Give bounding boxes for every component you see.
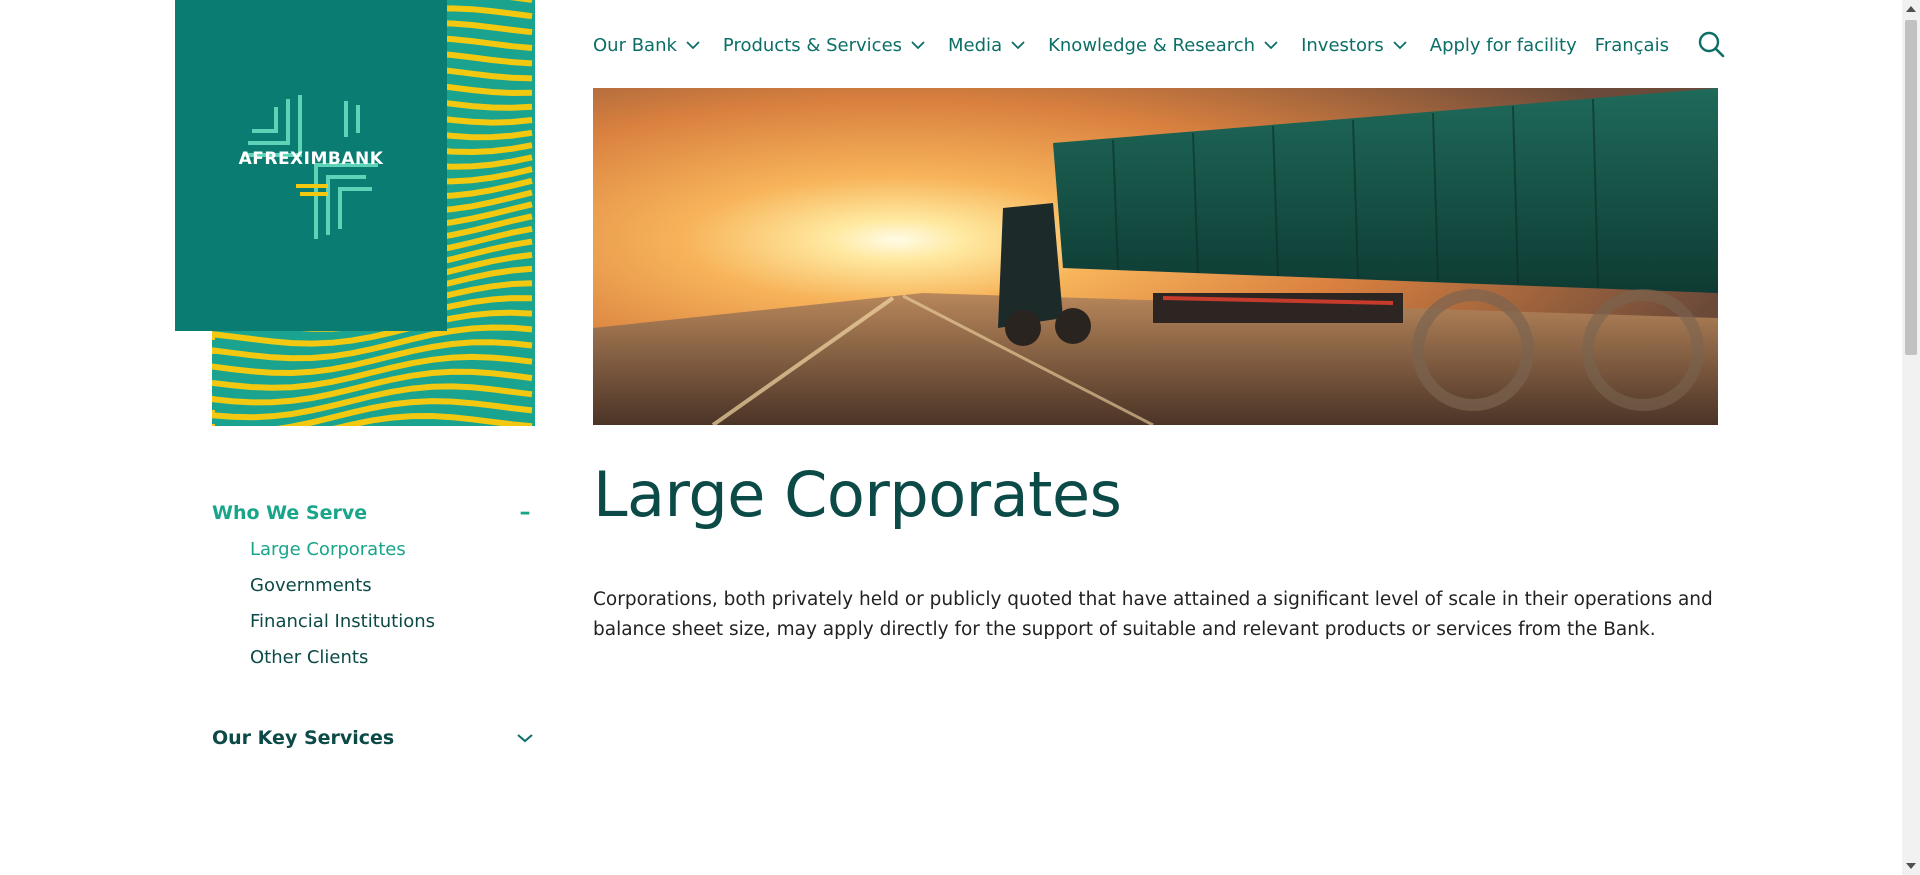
page-description: Corporations, both privately held or pub… bbox=[593, 589, 1713, 640]
sidebar-submenu: Large Corporates Governments Financial I… bbox=[250, 535, 535, 679]
chevron-down-icon bbox=[1011, 41, 1025, 50]
sidebar-section-title: Who We Serve bbox=[212, 501, 368, 524]
sidebar-section-key-services[interactable]: Our Key Services bbox=[212, 727, 535, 749]
sidebar-item-financial-institutions[interactable]: Financial Institutions bbox=[250, 607, 535, 643]
nav-item-language-francais[interactable]: Français bbox=[1595, 35, 1669, 56]
chevron-down-icon bbox=[1264, 41, 1278, 50]
main-nav: Our Bank Products & Services Media Knowl… bbox=[593, 30, 1691, 60]
scrollbar[interactable] bbox=[1902, 0, 1920, 875]
scroll-down-arrow-icon[interactable] bbox=[1906, 863, 1916, 869]
logo-text: AFREXIMBANK bbox=[238, 148, 384, 169]
search-icon bbox=[1698, 31, 1725, 58]
sidebar-section-who-we-serve[interactable]: Who We Serve – bbox=[212, 500, 535, 525]
collapse-minus-icon[interactable]: – bbox=[515, 500, 535, 525]
nav-label: Investors bbox=[1301, 34, 1384, 56]
page: AFREXIMBANK Our Bank Products & Services… bbox=[0, 0, 1920, 875]
scrollbar-thumb[interactable] bbox=[1905, 20, 1917, 355]
search-button[interactable] bbox=[1697, 30, 1725, 58]
chevron-down-icon bbox=[686, 41, 700, 50]
nav-item-our-bank[interactable]: Our Bank bbox=[593, 35, 701, 56]
hero-image bbox=[593, 88, 1718, 425]
sidebar-section-title: Our Key Services bbox=[212, 727, 395, 749]
nav-item-products-services[interactable]: Products & Services bbox=[723, 35, 926, 56]
nav-label: Apply for facility bbox=[1429, 34, 1577, 56]
chevron-down-icon bbox=[1393, 41, 1407, 50]
nav-label: Our Bank bbox=[593, 34, 677, 56]
nav-item-investors[interactable]: Investors bbox=[1301, 35, 1408, 56]
sidebar: Who We Serve – Large Corporates Governme… bbox=[212, 500, 535, 749]
afreximbank-logo: AFREXIMBANK bbox=[236, 91, 386, 241]
page-title: Large Corporates bbox=[593, 458, 1122, 531]
logo-link[interactable]: AFREXIMBANK bbox=[175, 0, 447, 331]
nav-label: Français bbox=[1594, 34, 1669, 56]
nav-item-apply-facility[interactable]: Apply for facility bbox=[1430, 35, 1577, 56]
brand-panel: AFREXIMBANK bbox=[175, 0, 535, 426]
nav-label: Knowledge & Research bbox=[1048, 34, 1256, 56]
truck-sunset-image bbox=[593, 88, 1718, 425]
nav-label: Media bbox=[948, 34, 1003, 56]
sidebar-item-governments[interactable]: Governments bbox=[250, 571, 535, 607]
nav-label: Products & Services bbox=[722, 34, 903, 56]
nav-item-media[interactable]: Media bbox=[948, 35, 1026, 56]
chevron-down-icon[interactable] bbox=[515, 732, 535, 744]
nav-item-knowledge-research[interactable]: Knowledge & Research bbox=[1048, 35, 1279, 56]
sidebar-item-other-clients[interactable]: Other Clients bbox=[250, 643, 535, 679]
chevron-down-icon bbox=[911, 41, 925, 50]
sidebar-item-large-corporates[interactable]: Large Corporates bbox=[250, 535, 535, 571]
scroll-up-arrow-icon[interactable] bbox=[1906, 6, 1916, 12]
